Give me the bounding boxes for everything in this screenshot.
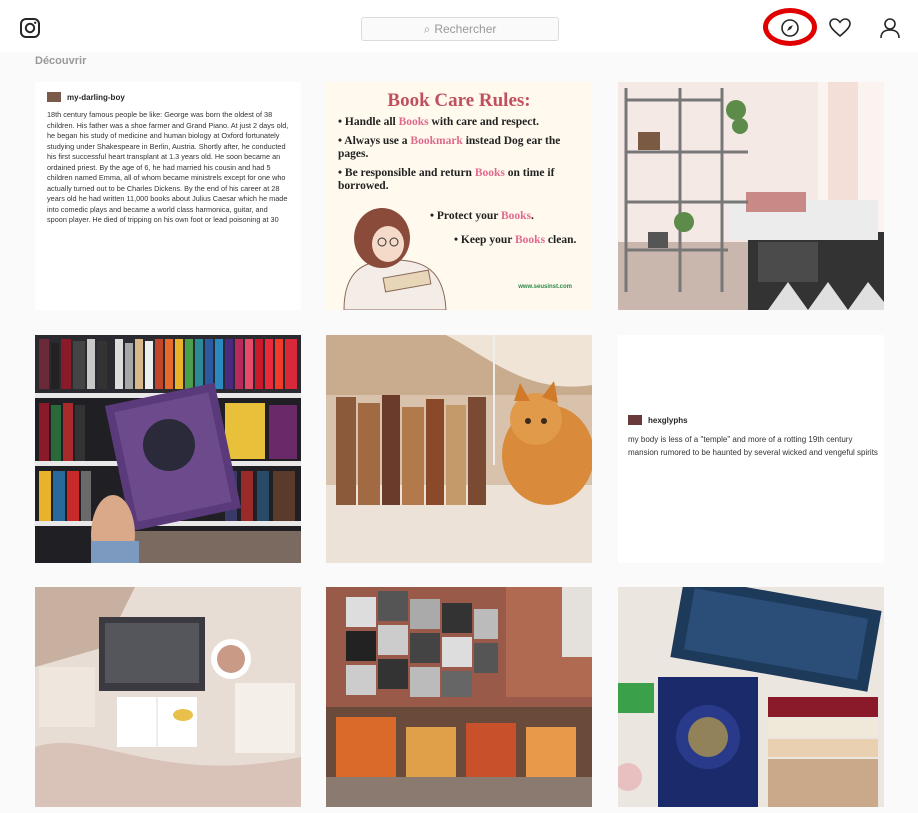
compass-icon[interactable] bbox=[776, 14, 804, 42]
profile-icon[interactable] bbox=[876, 14, 904, 42]
post-tile-book-care-rules[interactable]: Book Care Rules: • Handle all Books with… bbox=[326, 82, 592, 310]
instagram-logo-icon[interactable] bbox=[19, 17, 41, 39]
post-username: my-darling-boy bbox=[67, 92, 125, 102]
rules-title: Book Care Rules: bbox=[387, 90, 531, 111]
rule-item: • Keep your Books clean. bbox=[454, 234, 577, 246]
post-tile-text[interactable]: my-darling-boy 18th century famous peopl… bbox=[35, 82, 301, 310]
post-text: my body is less of a "temple" and more o… bbox=[628, 435, 878, 457]
site-url: www.seusinst.com bbox=[518, 284, 572, 290]
post-tile-text[interactable]: hexglyphs my body is less of a "temple" … bbox=[618, 335, 884, 563]
top-navigation-bar: ⌕ Rechercher bbox=[0, 0, 918, 52]
search-placeholder: Rechercher bbox=[434, 22, 497, 36]
post-tile-bedroom-photo[interactable] bbox=[618, 82, 884, 310]
heart-icon[interactable] bbox=[826, 14, 854, 42]
post-text: 18th century famous people be like: Geor… bbox=[47, 110, 289, 224]
rule-item: • Handle all Books with care and respect… bbox=[338, 116, 540, 128]
post-tile-bookshelf-photo[interactable] bbox=[35, 335, 301, 563]
rule-item: • Be responsible and return Books on tim… bbox=[338, 167, 555, 192]
post-username: hexglyphs bbox=[648, 415, 688, 425]
search-input[interactable]: ⌕ Rechercher bbox=[361, 17, 559, 41]
search-icon: ⌕ bbox=[423, 21, 431, 36]
avatar bbox=[628, 415, 642, 425]
avatar bbox=[47, 92, 61, 102]
post-tile-cat-books-photo[interactable] bbox=[326, 335, 592, 563]
rule-item: • Always use a Bookmark instead Dog ear … bbox=[338, 135, 561, 160]
post-tile-books-flatlay-photo[interactable] bbox=[618, 587, 884, 807]
post-tile-bookstore-photo[interactable] bbox=[326, 587, 592, 807]
post-tile-desk-photo[interactable] bbox=[35, 587, 301, 807]
reading-girl-illustration bbox=[343, 208, 447, 310]
page-title: Découvrir bbox=[35, 55, 87, 67]
